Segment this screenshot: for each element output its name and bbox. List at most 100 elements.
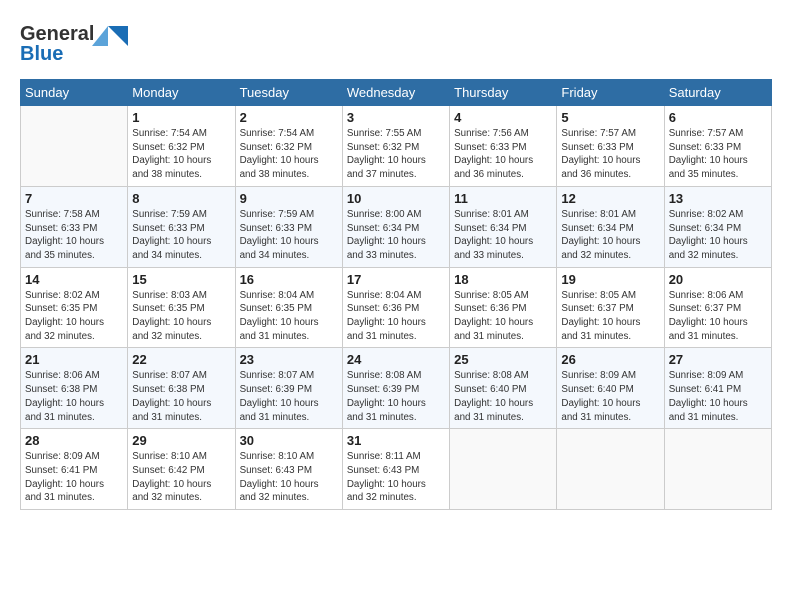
day-number: 8 [132, 191, 230, 206]
day-cell-3: 3Sunrise: 7:55 AM Sunset: 6:32 PM Daylig… [342, 106, 449, 187]
day-cell-1: 1 Sunrise: 7:54 AM Sunset: 6:32 PM Daylig… [128, 106, 235, 187]
day-cell-29: 29 Sunrise: 8:10 AM Sunset: 6:42 PM Dayli… [128, 429, 235, 510]
day-info: Sunrise: 8:02 AM Sunset: 6:34 PM Dayligh… [669, 208, 767, 263]
day-info: Sunrise: 8:09 AM Sunset: 6:40 PM Dayligh… [561, 369, 659, 424]
day-info: Sunrise: 8:05 AM Sunset: 6:36 PM Dayligh… [454, 289, 552, 344]
day-info: Sunrise: 8:10 AM Sunset: 6:42 PM Dayligh… [132, 450, 230, 505]
day-cell-8: 8 Sunrise: 7:59 AM Sunset: 6:33 PM Daylig… [128, 186, 235, 267]
day-cell-21: 21 Sunrise: 8:06 AM Sunset: 6:38 PM Dayli… [21, 348, 128, 429]
day-cell-0 [21, 106, 128, 187]
day-cell-28: 28 Sunrise: 8:09 AM Sunset: 6:41 PM Dayli… [21, 429, 128, 510]
day-number: 5 [561, 110, 659, 125]
day-number: 9 [240, 191, 338, 206]
day-info: Sunrise: 8:11 AM Sunset: 6:43 PM Dayligh… [347, 450, 445, 505]
day-info: Sunrise: 7:55 AM Sunset: 6:32 PM Dayligh… [347, 127, 445, 182]
day-cell-12: 12Sunrise: 8:01 AM Sunset: 6:34 PM Dayli… [557, 186, 664, 267]
day-cell-24: 24Sunrise: 8:08 AM Sunset: 6:39 PM Dayli… [342, 348, 449, 429]
day-number: 26 [561, 352, 659, 367]
day-cell-2: 2 Sunrise: 7:54 AM Sunset: 6:32 PM Daylig… [235, 106, 342, 187]
day-cell-19: 19 Sunrise: 8:05 AM Sunset: 6:37 PM Dayli… [557, 267, 664, 348]
day-info: Sunrise: 7:58 AM Sunset: 6:33 PM Dayligh… [25, 208, 123, 263]
weekday-header-sunday: Sunday [21, 80, 128, 106]
day-number: 14 [25, 272, 123, 287]
day-cell-34 [664, 429, 771, 510]
header: General Blue [20, 18, 772, 71]
day-cell-9: 9 Sunrise: 7:59 AM Sunset: 6:33 PM Daylig… [235, 186, 342, 267]
day-cell-6: 6Sunrise: 7:57 AM Sunset: 6:33 PM Daylig… [664, 106, 771, 187]
day-number: 21 [25, 352, 123, 367]
weekday-header-friday: Friday [557, 80, 664, 106]
logo: General Blue [20, 18, 130, 71]
calendar-page: General Blue SundayMondayTuesdayWednesda… [0, 0, 792, 612]
day-info: Sunrise: 8:04 AM Sunset: 6:35 PM Dayligh… [240, 289, 338, 344]
week-row-1: 1 Sunrise: 7:54 AM Sunset: 6:32 PM Daylig… [21, 106, 772, 187]
day-cell-7: 7 Sunrise: 7:58 AM Sunset: 6:33 PM Daylig… [21, 186, 128, 267]
day-cell-23: 23 Sunrise: 8:07 AM Sunset: 6:39 PM Dayli… [235, 348, 342, 429]
day-cell-13: 13Sunrise: 8:02 AM Sunset: 6:34 PM Dayli… [664, 186, 771, 267]
day-cell-14: 14 Sunrise: 8:02 AM Sunset: 6:35 PM Dayli… [21, 267, 128, 348]
day-number: 10 [347, 191, 445, 206]
day-info: Sunrise: 7:57 AM Sunset: 6:33 PM Dayligh… [561, 127, 659, 182]
day-number: 2 [240, 110, 338, 125]
day-number: 20 [669, 272, 767, 287]
weekday-header-monday: Monday [128, 80, 235, 106]
day-info: Sunrise: 8:02 AM Sunset: 6:35 PM Dayligh… [25, 289, 123, 344]
day-cell-17: 17Sunrise: 8:04 AM Sunset: 6:36 PM Dayli… [342, 267, 449, 348]
day-number: 28 [25, 433, 123, 448]
day-info: Sunrise: 8:03 AM Sunset: 6:35 PM Dayligh… [132, 289, 230, 344]
weekday-header-wednesday: Wednesday [342, 80, 449, 106]
day-info: Sunrise: 8:01 AM Sunset: 6:34 PM Dayligh… [561, 208, 659, 263]
day-info: Sunrise: 8:08 AM Sunset: 6:39 PM Dayligh… [347, 369, 445, 424]
day-info: Sunrise: 7:59 AM Sunset: 6:33 PM Dayligh… [132, 208, 230, 263]
day-cell-30: 30 Sunrise: 8:10 AM Sunset: 6:43 PM Dayli… [235, 429, 342, 510]
logo-svg: General Blue [20, 18, 130, 66]
svg-text:General: General [20, 23, 94, 45]
day-info: Sunrise: 7:57 AM Sunset: 6:33 PM Dayligh… [669, 127, 767, 182]
day-info: Sunrise: 8:04 AM Sunset: 6:36 PM Dayligh… [347, 289, 445, 344]
day-cell-15: 15Sunrise: 8:03 AM Sunset: 6:35 PM Dayli… [128, 267, 235, 348]
day-number: 19 [561, 272, 659, 287]
day-info: Sunrise: 8:05 AM Sunset: 6:37 PM Dayligh… [561, 289, 659, 344]
day-cell-16: 16 Sunrise: 8:04 AM Sunset: 6:35 PM Dayli… [235, 267, 342, 348]
day-number: 7 [25, 191, 123, 206]
day-number: 30 [240, 433, 338, 448]
day-cell-18: 18 Sunrise: 8:05 AM Sunset: 6:36 PM Dayli… [450, 267, 557, 348]
day-cell-26: 26 Sunrise: 8:09 AM Sunset: 6:40 PM Dayli… [557, 348, 664, 429]
weekday-header-saturday: Saturday [664, 80, 771, 106]
day-cell-10: 10 Sunrise: 8:00 AM Sunset: 6:34 PM Dayli… [342, 186, 449, 267]
day-cell-11: 11 Sunrise: 8:01 AM Sunset: 6:34 PM Dayli… [450, 186, 557, 267]
day-info: Sunrise: 8:09 AM Sunset: 6:41 PM Dayligh… [25, 450, 123, 505]
day-number: 25 [454, 352, 552, 367]
day-cell-25: 25Sunrise: 8:08 AM Sunset: 6:40 PM Dayli… [450, 348, 557, 429]
week-row-4: 21 Sunrise: 8:06 AM Sunset: 6:38 PM Dayli… [21, 348, 772, 429]
week-row-2: 7 Sunrise: 7:58 AM Sunset: 6:33 PM Daylig… [21, 186, 772, 267]
day-number: 31 [347, 433, 445, 448]
day-info: Sunrise: 8:09 AM Sunset: 6:41 PM Dayligh… [669, 369, 767, 424]
weekday-header-tuesday: Tuesday [235, 80, 342, 106]
day-info: Sunrise: 7:56 AM Sunset: 6:33 PM Dayligh… [454, 127, 552, 182]
day-number: 23 [240, 352, 338, 367]
day-cell-22: 22 Sunrise: 8:07 AM Sunset: 6:38 PM Dayli… [128, 348, 235, 429]
day-info: Sunrise: 8:06 AM Sunset: 6:38 PM Dayligh… [25, 369, 123, 424]
day-info: Sunrise: 8:07 AM Sunset: 6:39 PM Dayligh… [240, 369, 338, 424]
day-info: Sunrise: 8:07 AM Sunset: 6:38 PM Dayligh… [132, 369, 230, 424]
day-info: Sunrise: 8:01 AM Sunset: 6:34 PM Dayligh… [454, 208, 552, 263]
day-number: 29 [132, 433, 230, 448]
day-number: 16 [240, 272, 338, 287]
day-cell-31: 31 Sunrise: 8:11 AM Sunset: 6:43 PM Dayli… [342, 429, 449, 510]
day-info: Sunrise: 8:00 AM Sunset: 6:34 PM Dayligh… [347, 208, 445, 263]
day-number: 1 [132, 110, 230, 125]
day-info: Sunrise: 7:59 AM Sunset: 6:33 PM Dayligh… [240, 208, 338, 263]
week-row-3: 14 Sunrise: 8:02 AM Sunset: 6:35 PM Dayli… [21, 267, 772, 348]
day-cell-4: 4 Sunrise: 7:56 AM Sunset: 6:33 PM Daylig… [450, 106, 557, 187]
day-cell-27: 27 Sunrise: 8:09 AM Sunset: 6:41 PM Dayli… [664, 348, 771, 429]
day-info: Sunrise: 7:54 AM Sunset: 6:32 PM Dayligh… [132, 127, 230, 182]
day-info: Sunrise: 8:10 AM Sunset: 6:43 PM Dayligh… [240, 450, 338, 505]
day-info: Sunrise: 7:54 AM Sunset: 6:32 PM Dayligh… [240, 127, 338, 182]
day-number: 18 [454, 272, 552, 287]
day-number: 4 [454, 110, 552, 125]
day-number: 22 [132, 352, 230, 367]
day-number: 27 [669, 352, 767, 367]
day-number: 11 [454, 191, 552, 206]
day-cell-5: 5 Sunrise: 7:57 AM Sunset: 6:33 PM Daylig… [557, 106, 664, 187]
